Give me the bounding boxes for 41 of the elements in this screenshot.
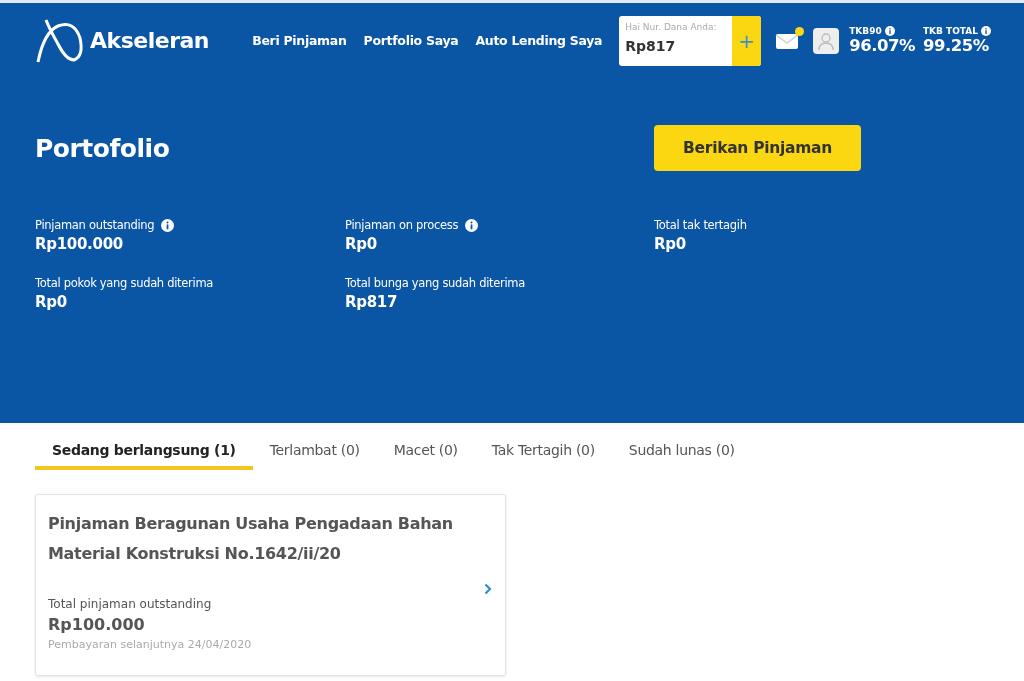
amount-value: Rp100.000 bbox=[48, 615, 146, 634]
avatar-icon[interactable] bbox=[813, 27, 840, 54]
amount-label: Total pinjaman outstanding bbox=[48, 597, 213, 611]
stat-label: Total pokok yang sudah diterima bbox=[35, 276, 214, 290]
tab[interactable]: Tak Tertagih (0) bbox=[474, 423, 612, 470]
loan-title: Pinjaman Beragunan Usaha Pengadaan Bahan Material Konstruksi No.1642/ii/20 bbox=[48, 513, 454, 565]
nav-link[interactable]: Portfolio Saya bbox=[363, 33, 459, 48]
lend-button[interactable]: Berikan Pinjaman bbox=[654, 125, 861, 171]
page-title: Portofolio bbox=[35, 133, 171, 163]
tab[interactable]: Sedang berlangsung (1) bbox=[35, 423, 253, 470]
tab[interactable]: Macet (0) bbox=[376, 423, 475, 470]
metric-label: TKB90 bbox=[849, 26, 882, 36]
stat-value: Rp817 bbox=[345, 293, 399, 311]
balance-label: Hai Nur. Dana Anda: bbox=[625, 21, 718, 32]
nav-link[interactable]: Auto Lending Saya bbox=[475, 33, 603, 48]
stat-label: Total bunga yang sudah diterima bbox=[345, 276, 525, 290]
stat-value: Rp0 bbox=[35, 293, 68, 311]
tab[interactable]: Sudah lunas (0) bbox=[611, 423, 752, 470]
stat-label: Total tak tertagih bbox=[654, 218, 747, 232]
metric-value: 99.25% bbox=[922, 36, 990, 55]
mail-icon[interactable] bbox=[775, 30, 801, 51]
tab[interactable]: Terlambat (0) bbox=[252, 423, 377, 470]
info-icon[interactable] bbox=[161, 218, 175, 232]
balance-field[interactable]: Hai Nur. Dana Anda: Rp817 + bbox=[619, 15, 762, 66]
loan-card[interactable]: Pinjaman Beragunan Usaha Pengadaan Bahan Material Konstruksi No.1642/ii/20 Total pinjaman outstanding Rp100.000 Pembayaran selanjutnya 24/04/2020 bbox=[35, 494, 506, 676]
stat-value: Rp0 bbox=[345, 235, 378, 253]
info-icon[interactable] bbox=[465, 218, 479, 232]
metric-label: TKB TOTAL bbox=[922, 26, 978, 36]
stat-value: Rp100.000 bbox=[35, 235, 124, 253]
info-icon[interactable] bbox=[884, 26, 895, 36]
chevron-right-icon[interactable] bbox=[484, 583, 492, 595]
balance-value: Rp817 bbox=[625, 37, 677, 54]
logo-text: Akseleran bbox=[90, 28, 209, 53]
stat-label: Pinjaman on process bbox=[345, 218, 459, 232]
stat-label: Pinjaman outstanding bbox=[35, 218, 155, 232]
nav-link[interactable]: Beri Pinjaman bbox=[252, 33, 347, 48]
next-payment: Pembayaran selanjutnya 24/04/2020 bbox=[48, 638, 253, 651]
metric-value: 96.07% bbox=[849, 36, 915, 55]
info-icon[interactable] bbox=[981, 26, 991, 36]
stat-value: Rp0 bbox=[654, 235, 687, 253]
logo-icon bbox=[36, 17, 86, 64]
